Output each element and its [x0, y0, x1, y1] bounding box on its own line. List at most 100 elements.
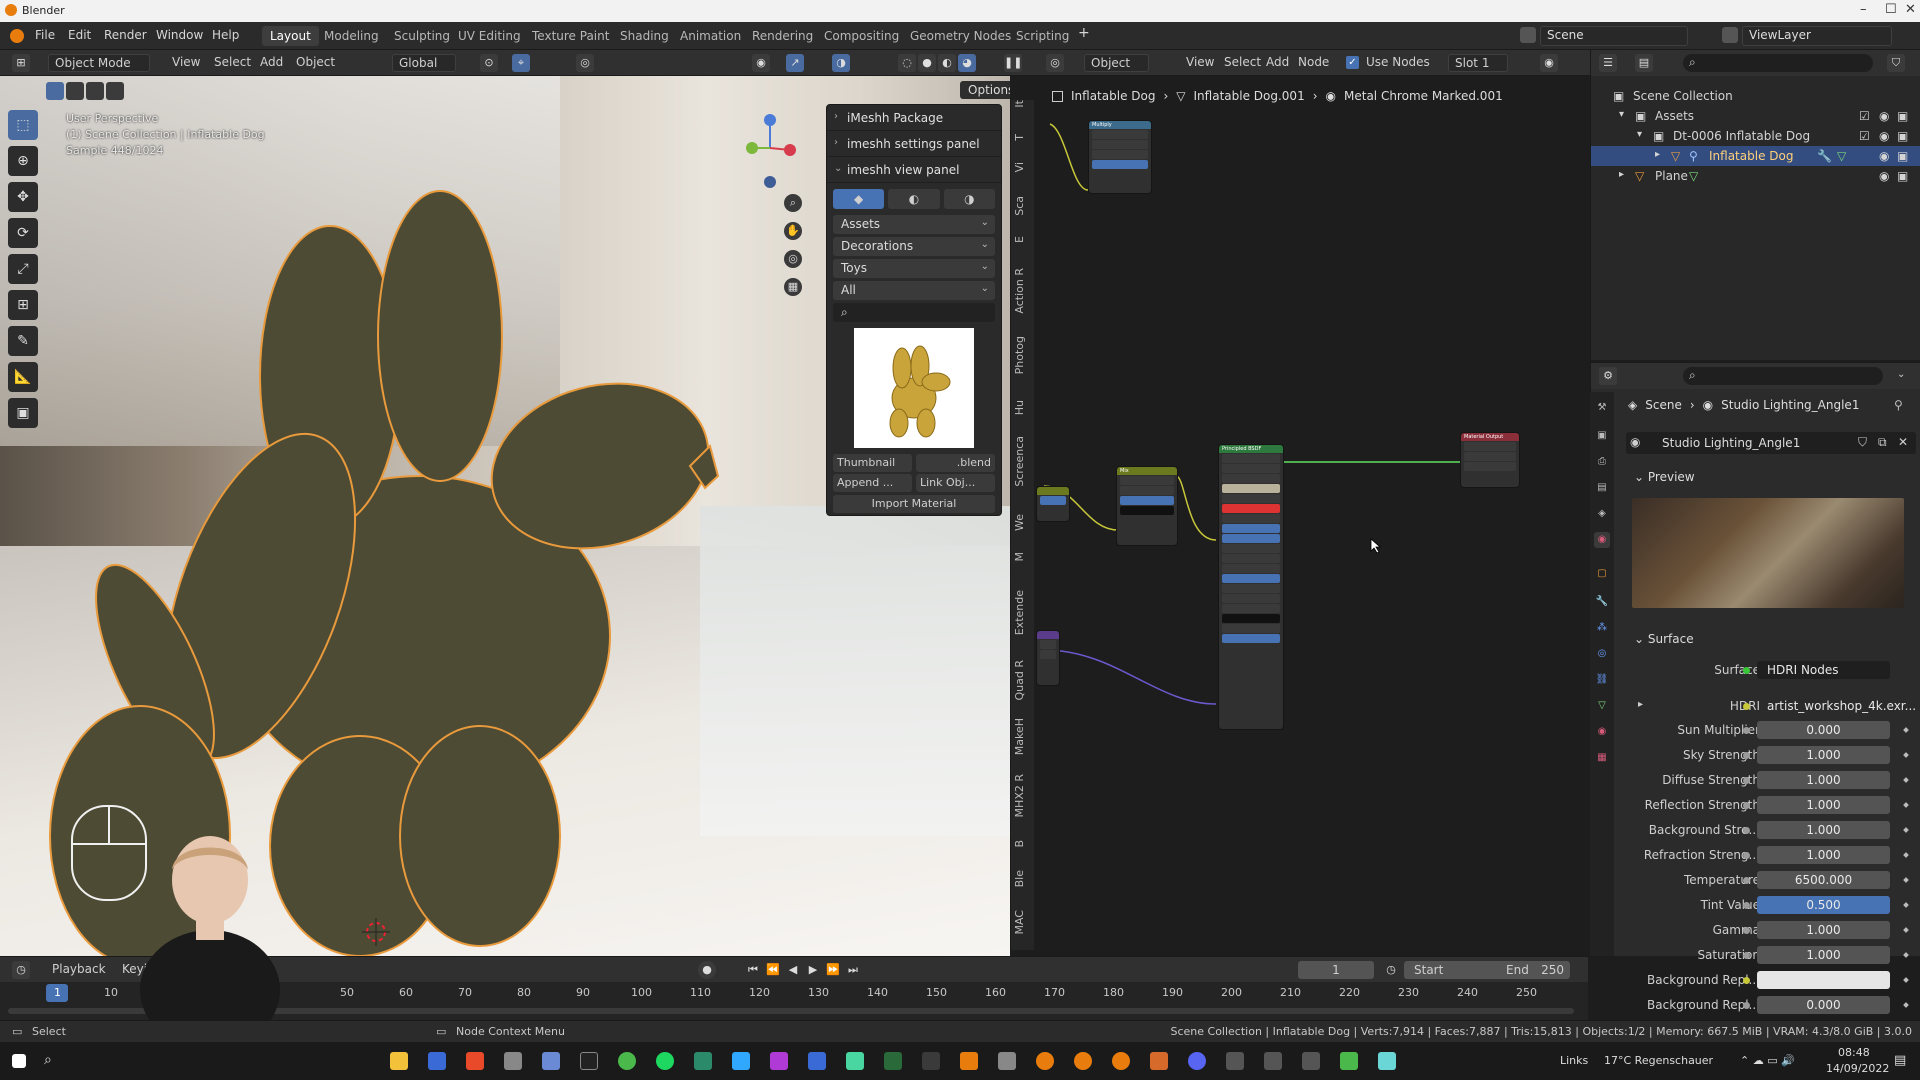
blender-taskbar-icon[interactable] — [1036, 1052, 1054, 1070]
rotate-tool-icon[interactable]: ⟳ — [8, 218, 38, 248]
keyframe-icon[interactable] — [1903, 802, 1909, 808]
fake-user-icon[interactable]: ⛉ — [1858, 435, 1867, 450]
select-new-icon[interactable] — [46, 82, 64, 100]
clock-time[interactable]: 08:48 — [1838, 1046, 1870, 1059]
node-menu-node[interactable]: Node — [1294, 54, 1333, 72]
add-workspace-icon[interactable]: + — [1078, 25, 1090, 41]
taskbar-app-icon[interactable] — [922, 1052, 940, 1070]
world-props-icon[interactable]: ◉ — [1594, 532, 1610, 548]
camera-icon[interactable]: ▣ — [1897, 169, 1908, 183]
outliner-scene-collection[interactable]: ▣ Scene Collection — [1591, 86, 1920, 106]
outliner-editor-icon[interactable]: ☰ — [1599, 54, 1617, 72]
wireframe-shading-icon[interactable]: ◌ — [898, 54, 916, 72]
discord-icon[interactable] — [1188, 1052, 1206, 1070]
thumbnail-button[interactable]: Thumbnail — [833, 454, 912, 472]
imeshh-search-input[interactable]: ⌕ — [833, 303, 995, 322]
node-menu-add[interactable]: Add — [1262, 54, 1293, 72]
cursor-tool-icon[interactable]: ⊕ — [8, 146, 38, 176]
clock-date[interactable]: 14/09/2022 — [1826, 1062, 1889, 1075]
system-tray-icon[interactable]: ⌃ ☁ ▭ 🔊 — [1740, 1054, 1795, 1067]
taskbar-app-icon[interactable] — [504, 1052, 522, 1070]
sidebar-tab-hu[interactable]: Hu — [1013, 400, 1033, 415]
blend-button[interactable]: .blend — [916, 454, 995, 472]
render-props-icon[interactable]: ▣ — [1594, 428, 1610, 444]
outliner-row-plane[interactable]: ▸ ▽ Plane ▽ ◉ ▣ — [1591, 166, 1920, 186]
select-intersect-icon[interactable] — [106, 82, 124, 100]
duplicate-icon[interactable]: ⧉ — [1878, 435, 1887, 450]
sidebar-tab-b[interactable]: B — [1013, 840, 1033, 848]
play-icon[interactable]: ▶ — [804, 961, 822, 979]
properties-editor-icon[interactable]: ⚙ — [1599, 367, 1617, 385]
annotate-tool-icon[interactable]: ✎ — [8, 326, 38, 356]
sidebar-tab-sca[interactable]: Sca — [1013, 196, 1033, 216]
models-category-icon[interactable]: ◆ — [833, 189, 885, 209]
measure-tool-icon[interactable]: 📐 — [8, 362, 38, 392]
taskbar-app-icon[interactable] — [846, 1052, 864, 1070]
visibility-icon[interactable]: ◉ — [752, 54, 770, 72]
transform-orientation-dropdown[interactable]: Global — [392, 54, 457, 72]
taskbar-app-icon[interactable] — [808, 1052, 826, 1070]
texture-props-icon[interactable]: ▦ — [1594, 750, 1610, 766]
checkbox-icon[interactable]: ☑ — [1859, 109, 1870, 123]
minimize-button[interactable]: – — [1860, 2, 1867, 17]
link-object-button[interactable]: Link Obj... — [916, 474, 995, 492]
weather-widget[interactable]: 17°C Regenschauer — [1604, 1054, 1713, 1067]
background-replace-field[interactable]: 0.000 — [1757, 996, 1890, 1014]
viewport-menu-object[interactable]: Object — [292, 54, 339, 72]
chevron-right-icon[interactable]: ▸ — [1638, 699, 1643, 710]
taskbar-app-icon[interactable] — [1150, 1052, 1168, 1070]
sidebar-tab-e[interactable]: E — [1013, 236, 1033, 243]
outliner-row-assets[interactable]: ▾ ▣ Assets ☑ ◉ ▣ — [1591, 106, 1920, 126]
jump-start-icon[interactable]: ⏮ — [744, 961, 762, 979]
import-material-button[interactable]: Import Material — [833, 495, 995, 513]
display-mode-icon[interactable]: ▤ — [1635, 54, 1653, 72]
keyframe-icon[interactable] — [1903, 852, 1909, 858]
notifications-icon[interactable]: ▤ — [1894, 1053, 1906, 1068]
diffuse-strength-field[interactable]: 1.000 — [1757, 771, 1890, 789]
record-icon[interactable]: ● — [698, 961, 716, 979]
solid-shading-icon[interactable]: ● — [918, 54, 936, 72]
sidebar-tab-item[interactable]: It — [1013, 100, 1033, 108]
filter-icon[interactable]: ⛉ — [1887, 54, 1905, 72]
material-shading-icon[interactable]: ◐ — [938, 54, 956, 72]
imeshh-settings-header[interactable]: › imeshh settings panel — [827, 131, 1001, 157]
keyframe-icon[interactable] — [1903, 927, 1909, 933]
keyframe-icon[interactable] — [1903, 977, 1909, 983]
current-frame-field[interactable]: 1 — [1298, 961, 1374, 979]
taskbar-app-icon[interactable] — [1378, 1052, 1396, 1070]
outliner-row-inflatable-dog[interactable]: ▸ ▽ ⚲ Inflatable Dog 🔧 ▽ ◉ ▣ — [1591, 146, 1920, 166]
hdri-category-icon[interactable]: ◑ — [943, 189, 995, 209]
ortho-toggle-icon[interactable]: ▦ — [784, 278, 802, 296]
viewport-menu-view[interactable]: View — [168, 54, 204, 72]
checkbox-icon[interactable]: ☑ — [1859, 129, 1870, 143]
material-slot-dropdown[interactable]: Slot 1 — [1448, 54, 1509, 72]
tab-modeling[interactable]: Modeling — [316, 26, 387, 46]
close-button[interactable]: ✕ — [1905, 2, 1916, 17]
notion-icon[interactable] — [580, 1052, 598, 1070]
hdri-image-field[interactable]: artist_workshop_4k.exr... — [1757, 697, 1916, 715]
view-layer-selector[interactable]: ViewLayer — [1742, 26, 1892, 46]
sidebar-tab-makeh[interactable]: MakeH — [1013, 718, 1033, 755]
reflection-strength-field[interactable]: 1.000 — [1757, 796, 1890, 814]
tab-compositing[interactable]: Compositing — [816, 26, 907, 46]
physics-props-icon[interactable]: ◎ — [1594, 646, 1610, 662]
view-layer-icon[interactable] — [1722, 27, 1738, 43]
timeline-editor-icon[interactable]: ◷ — [12, 961, 30, 979]
jump-end-icon[interactable]: ⏭ — [844, 961, 862, 979]
object-mode-dropdown[interactable]: Object Mode — [48, 54, 150, 72]
tab-sculpting[interactable]: Sculpting — [386, 26, 458, 46]
world-datablock-selector[interactable]: ◉ Studio Lighting_Angle1 ⛉ ⧉ ✕ — [1626, 432, 1916, 454]
navigation-gizmo[interactable] — [730, 110, 800, 190]
outliner-row-dt0006[interactable]: ▾ ▣ Dt-0006 Inflatable Dog ☑ ◉ ▣ — [1591, 126, 1920, 146]
chevron-down-icon[interactable]: ⌄ — [1897, 369, 1905, 380]
camera-view-icon[interactable]: ◎ — [784, 250, 802, 268]
blender-taskbar-icon[interactable] — [1112, 1052, 1130, 1070]
menu-edit[interactable]: Edit — [68, 28, 91, 42]
object-shader-dropdown[interactable]: Object — [1084, 54, 1150, 72]
options-dropdown[interactable]: Options — [960, 81, 1010, 99]
blender-menu-icon[interactable] — [10, 29, 24, 43]
node-menu-view[interactable]: View — [1182, 54, 1218, 72]
pause-render-icon[interactable]: ❚❚ — [1004, 54, 1022, 72]
tab-rendering[interactable]: Rendering — [744, 26, 821, 46]
modifier-props-icon[interactable]: 🔧 — [1594, 594, 1610, 610]
